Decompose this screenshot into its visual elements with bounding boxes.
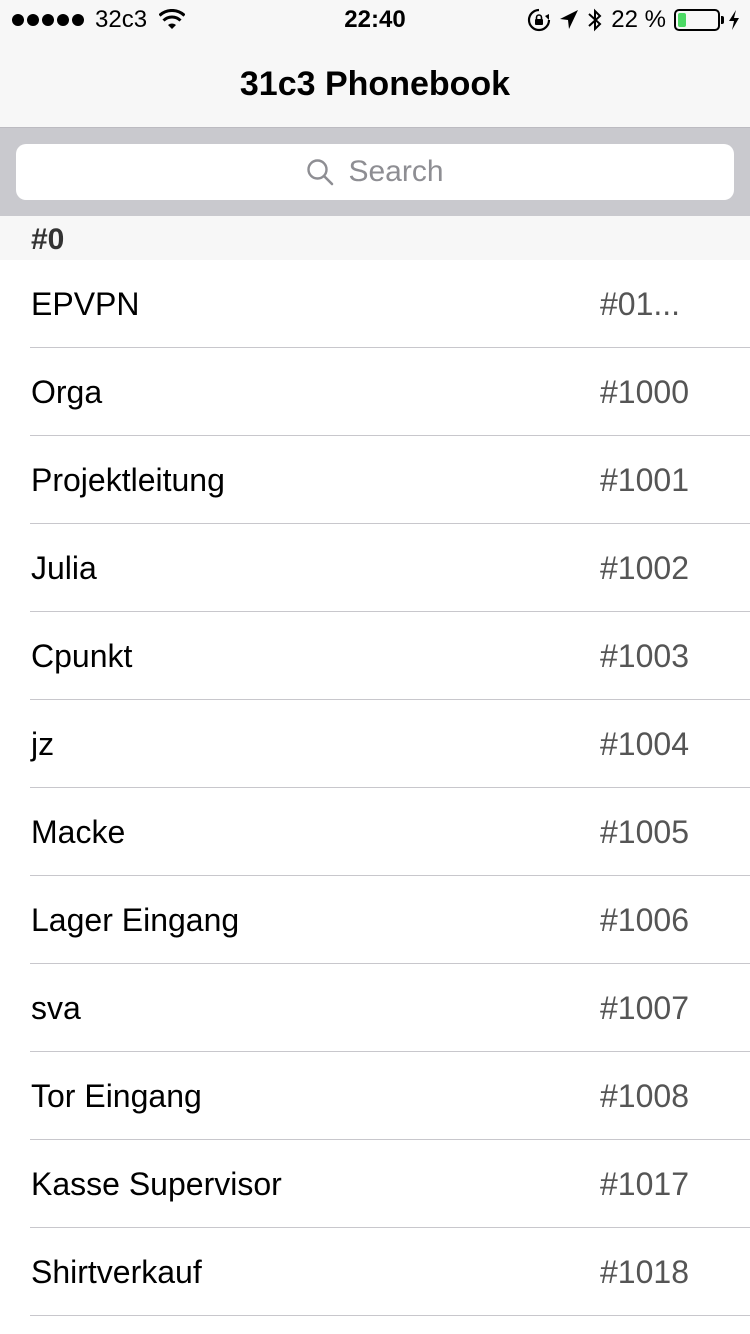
entry-extension: #1004 bbox=[600, 726, 689, 762]
search-icon bbox=[307, 159, 334, 186]
entry-extension: #1001 bbox=[600, 462, 689, 498]
list-item[interactable]: EPVPN #01... bbox=[0, 260, 750, 348]
section-title: #0 bbox=[31, 223, 65, 256]
location-arrow-icon bbox=[560, 10, 579, 29]
list-item[interactable]: Julia #1002 bbox=[0, 524, 750, 612]
entry-extension: #1007 bbox=[600, 990, 689, 1026]
entry-name: Projektleitung bbox=[31, 462, 225, 498]
battery-fill bbox=[678, 13, 687, 27]
navigation-bar: 31c3 Phonebook bbox=[0, 40, 750, 128]
entry-extension: #1006 bbox=[600, 902, 689, 938]
list-item[interactable]: Tor Eingang #1008 bbox=[0, 1052, 750, 1140]
entry-name: Orga bbox=[31, 374, 103, 410]
status-bar: 32c3 22:40 22 % bbox=[0, 0, 750, 40]
entry-name: Macke bbox=[31, 814, 126, 850]
section-header: #0 bbox=[0, 216, 750, 260]
battery-percent: 22 % bbox=[611, 6, 666, 33]
entry-extension: #1003 bbox=[600, 638, 689, 674]
list-item[interactable]: Cpunkt #1003 bbox=[0, 612, 750, 700]
entry-name: Tor Eingang bbox=[31, 1078, 202, 1114]
entry-name: Cpunkt bbox=[31, 638, 133, 674]
list-item[interactable]: Kasse Supervisor #1017 bbox=[0, 1140, 750, 1228]
entry-extension: #1018 bbox=[600, 1254, 689, 1290]
battery-icon bbox=[674, 9, 724, 31]
entry-name: Shirtverkauf bbox=[31, 1254, 202, 1290]
list-item[interactable]: Lager Eingang #1006 bbox=[0, 876, 750, 964]
rotation-lock-icon bbox=[528, 8, 551, 32]
entry-extension: #1017 bbox=[600, 1166, 689, 1202]
entry-extension: #01... bbox=[600, 286, 681, 322]
charging-bolt-icon bbox=[729, 10, 739, 30]
page-title: 31c3 Phonebook bbox=[239, 65, 511, 103]
list-item[interactable]: Macke #1005 bbox=[0, 788, 750, 876]
search-bar: Search bbox=[0, 128, 750, 216]
phonebook-screen: 32c3 22:40 22 % 31c3 Phonebook Search #0… bbox=[0, 0, 750, 1334]
entry-extension: #1000 bbox=[600, 374, 689, 410]
list-item[interactable]: Projektleitung #1001 bbox=[0, 436, 750, 524]
list-item[interactable]: Orga #1000 bbox=[0, 348, 750, 436]
search-placeholder: Search bbox=[348, 155, 444, 188]
entry-name: jz bbox=[31, 726, 55, 762]
entry-extension: #1002 bbox=[600, 550, 689, 586]
entry-name: Lager Eingang bbox=[31, 902, 240, 938]
entry-name: EPVPN bbox=[31, 286, 140, 322]
entry-extension: #1008 bbox=[600, 1078, 689, 1114]
bluetooth-icon bbox=[588, 8, 602, 32]
entry-name: Kasse Supervisor bbox=[31, 1166, 282, 1202]
phonebook-list: EPVPN #01... Orga #1000 Projektleitung #1001 J… bbox=[0, 260, 750, 1316]
entry-name: Julia bbox=[31, 550, 97, 586]
search-input[interactable]: Search bbox=[16, 144, 734, 200]
list-item[interactable]: Shirtverkauf #1018 bbox=[0, 1228, 750, 1316]
list-item[interactable]: sva #1007 bbox=[0, 964, 750, 1052]
list-item[interactable]: jz #1004 bbox=[0, 700, 750, 788]
entry-extension: #1005 bbox=[600, 814, 689, 850]
status-bar-right: 22 % bbox=[519, 7, 740, 33]
entry-name: sva bbox=[31, 990, 81, 1026]
